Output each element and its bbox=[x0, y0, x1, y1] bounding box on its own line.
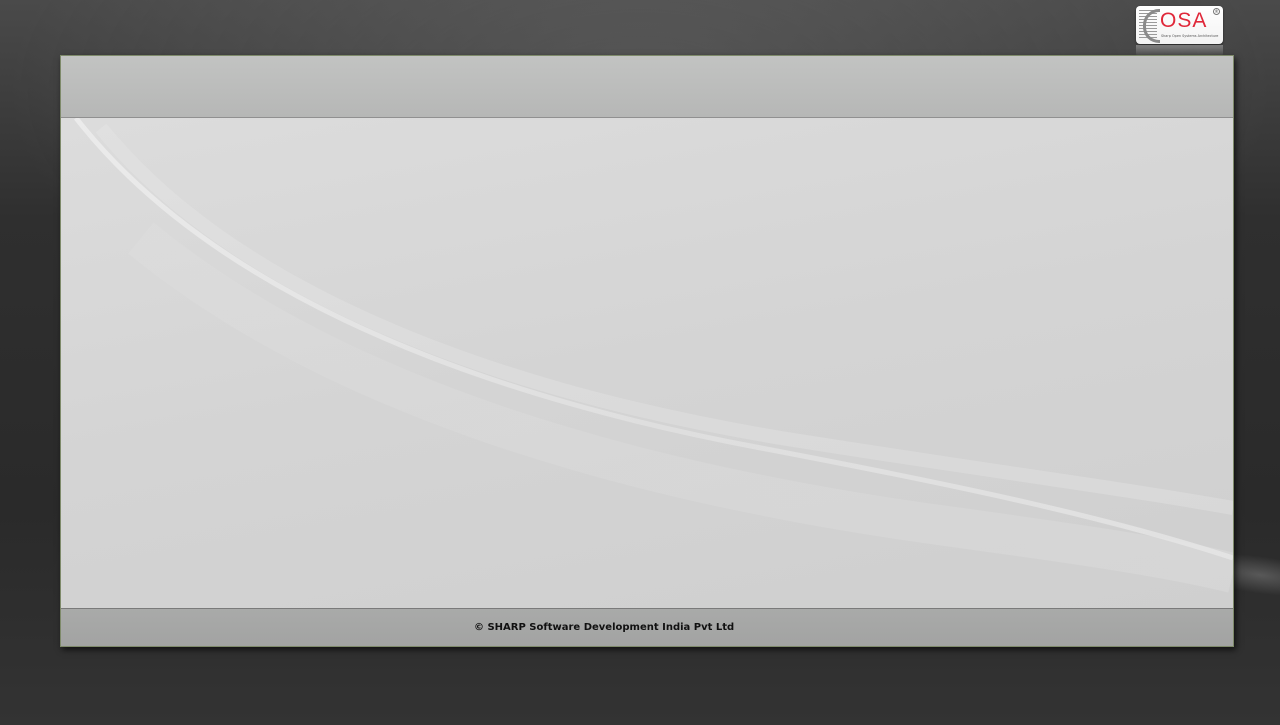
registered-mark: ® bbox=[1213, 8, 1220, 15]
panel-footer: © SHARP Software Development India Pvt L… bbox=[61, 608, 1233, 646]
decorative-swoosh bbox=[74, 118, 1233, 593]
osa-logo: OSA Sharp Open Systems Architecture ® bbox=[1136, 6, 1223, 44]
panel-header bbox=[61, 56, 1233, 118]
logo-subtitle: Sharp Open Systems Architecture bbox=[1161, 34, 1219, 38]
logo-text: OSA bbox=[1160, 9, 1208, 32]
main-panel: © SHARP Software Development India Pvt L… bbox=[60, 55, 1234, 647]
panel-body bbox=[61, 118, 1233, 608]
copyright-text: © SHARP Software Development India Pvt L… bbox=[474, 622, 735, 633]
